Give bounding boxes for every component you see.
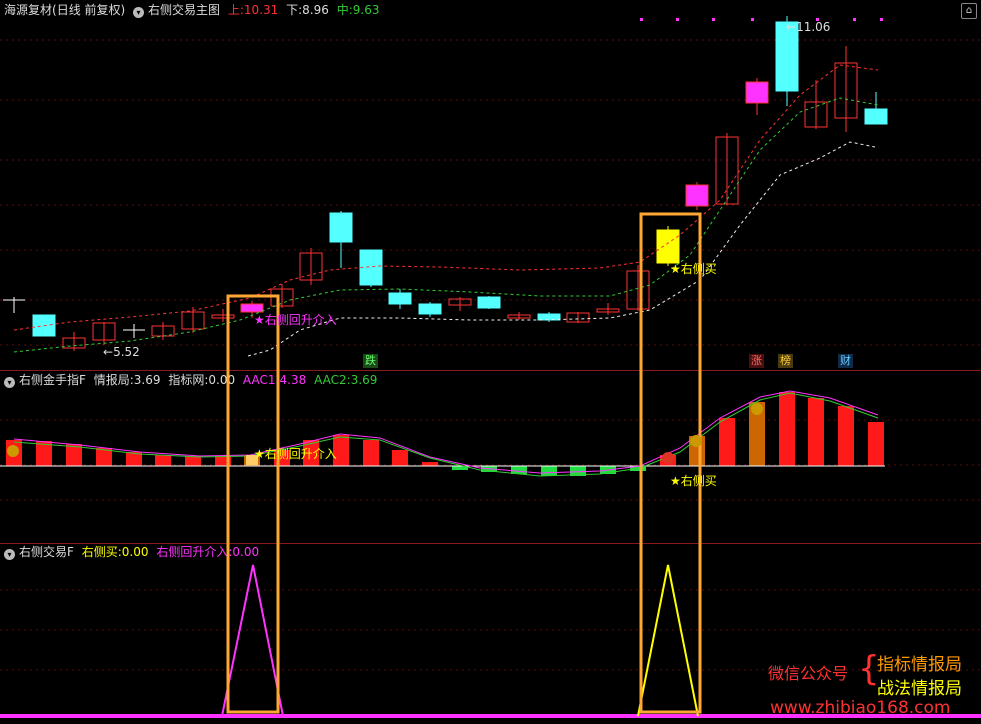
low-price-label: ←5.52 [103, 345, 140, 359]
mid-band-line [13, 97, 879, 353]
candle-body [477, 296, 501, 309]
watermark-wechat: 微信公众号 [768, 664, 849, 683]
indicator-bar [541, 466, 557, 476]
chart-canvas[interactable] [0, 0, 981, 724]
indicator-bar [185, 456, 201, 466]
money-bag-icon [690, 435, 702, 447]
indicator-bar [155, 455, 171, 466]
lower-band-line [247, 141, 876, 357]
candle-body [329, 212, 353, 243]
indicator-bar [808, 398, 824, 466]
rebound-signal-triangle [221, 564, 284, 717]
badge-rise[interactable]: 涨 [749, 354, 764, 368]
marker-dot [712, 18, 715, 21]
marker-dot [676, 18, 679, 21]
indicator-gap [557, 466, 571, 476]
watermark-line1: 指标情报局 [877, 655, 962, 675]
rebound-signal-p2: ★右侧回升介入 [254, 447, 337, 461]
candle-body [864, 108, 888, 125]
badge-fall[interactable]: 跌 [363, 354, 378, 368]
indicator-bar [779, 392, 795, 466]
indicator-bar [392, 450, 408, 466]
signal-ball-icon [662, 452, 674, 464]
indicator-bar [363, 440, 379, 466]
marker-dot [640, 18, 643, 21]
badge-rank[interactable]: 榜 [778, 354, 793, 368]
money-bag-icon [751, 403, 763, 415]
buy-signal-main: ★右侧买 [670, 262, 717, 276]
indicator-bar [719, 418, 735, 466]
upper-band-line [13, 64, 879, 331]
high-price-label: ←11.06 [786, 20, 831, 34]
marker-dot [853, 18, 856, 21]
candle-body [388, 292, 412, 305]
watermark-url: www.zhibiao168.com [770, 698, 951, 718]
money-bag-icon [7, 445, 19, 457]
badge-finance[interactable]: 财 [838, 354, 853, 368]
buy-signal-triangle [637, 564, 699, 717]
candle-body [537, 313, 561, 321]
indicator-bar [511, 466, 527, 474]
indicator-bar [422, 462, 438, 466]
indicator-gap [646, 466, 660, 471]
buy-signal-p2: ★右侧买 [670, 474, 717, 488]
marker-dot [880, 18, 883, 21]
watermark-line2: 战法情报局 [877, 679, 962, 699]
rebound-signal-main: ★右侧回升介入 [254, 313, 337, 327]
candle-body [685, 184, 709, 207]
aac1-line [13, 390, 879, 474]
candle-body [745, 81, 769, 104]
marker-dot [751, 18, 754, 21]
aac2-line [13, 392, 879, 477]
candle-body [418, 303, 442, 315]
candle-body [656, 229, 680, 264]
indicator-bar [868, 422, 884, 466]
indicator-gap [497, 466, 511, 472]
indicator-bar [838, 406, 854, 466]
